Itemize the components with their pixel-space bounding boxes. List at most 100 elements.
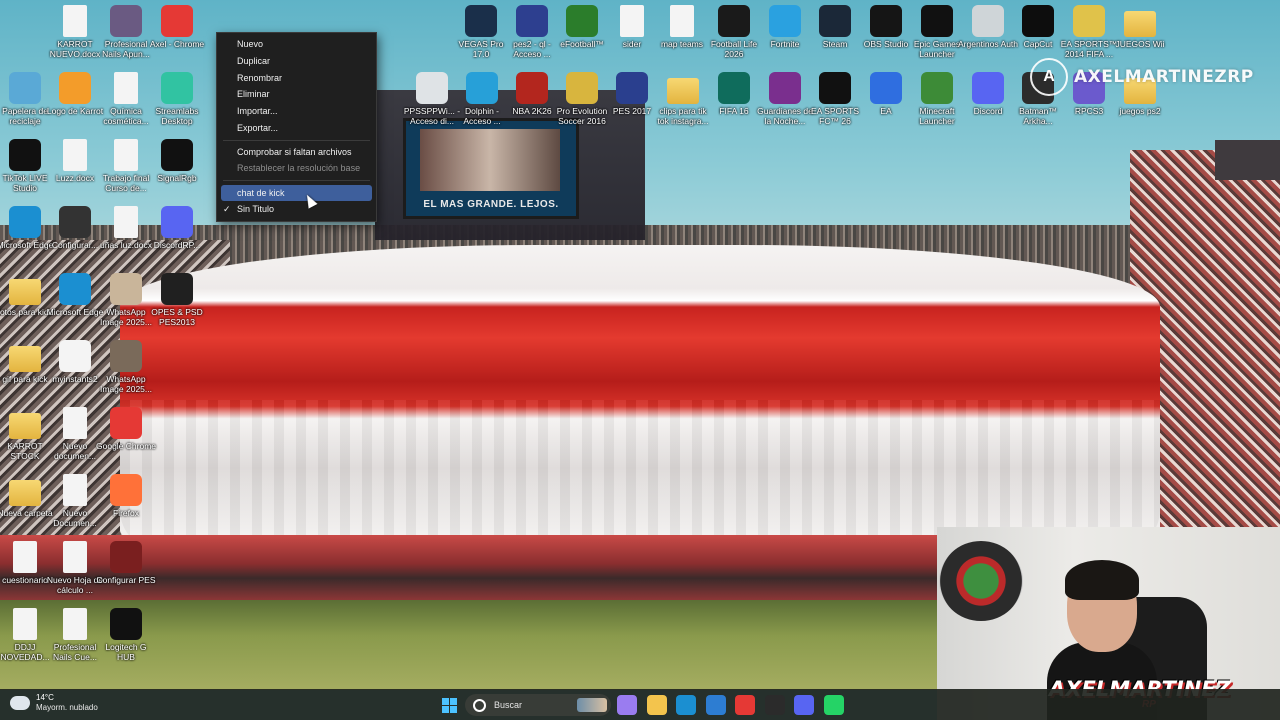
desktop-icon[interactable]: Configurar PES: [96, 541, 156, 585]
desktop-icon[interactable]: SignalRgb: [147, 139, 207, 183]
desktop-icon-label: Configurar PES: [96, 575, 156, 585]
menu-item-sin-titulo[interactable]: Sin Titulo: [217, 201, 376, 217]
recycle-bin-icon: [9, 72, 41, 104]
pes-icon: [110, 541, 142, 573]
taskbar-search[interactable]: Buscar: [465, 694, 611, 716]
game-icon: [769, 72, 801, 104]
folder-icon: [9, 346, 41, 372]
folder-icon: [9, 413, 41, 439]
menu-item-renombrar[interactable]: Renombrar: [217, 70, 376, 86]
wallpaper-stadium-screen: EL MAS GRANDE. LEJOS.: [403, 118, 579, 219]
desktop-icon-label: Logitech G HUB: [105, 642, 147, 662]
fifa-icon: [718, 72, 750, 104]
word-document-icon: [114, 206, 138, 238]
capcut-icon: [1022, 5, 1054, 37]
menu-separator: [223, 140, 370, 141]
minecraft-icon: [921, 72, 953, 104]
discord-icon[interactable]: [794, 695, 814, 715]
chrome-icon[interactable]: [735, 695, 755, 715]
streamlabs-icon: [161, 72, 193, 104]
desktop-icon-label: juegos ps2: [1119, 106, 1161, 116]
wallpaper-tower: [1215, 140, 1280, 180]
search-highlight-image: [577, 698, 607, 712]
steam-icon: [819, 5, 851, 37]
desktop-icon[interactable]: Logitech G HUB: [96, 608, 156, 662]
desktop-icon-label: Firefox: [113, 508, 139, 518]
nails-image-icon: [110, 5, 142, 37]
argentinos-icon: [972, 5, 1004, 37]
desktop-icon-label: DiscordRP...: [153, 240, 201, 250]
document-icon: [620, 5, 644, 37]
desktop-icon[interactable]: WhatsApp Image 2025...: [96, 340, 156, 394]
chrome-icon: [110, 407, 142, 439]
desktop-icon[interactable]: Streamlabs Desktop: [147, 72, 207, 126]
desktop-icon[interactable]: Axel - Chrome: [147, 5, 207, 49]
streamer-hair: [1065, 560, 1139, 600]
image-icon: [110, 273, 142, 305]
whatsapp-icon[interactable]: [823, 695, 844, 715]
logitech-icon: [110, 608, 142, 640]
edge-icon[interactable]: [676, 695, 696, 715]
obs-icon: [870, 5, 902, 37]
channel-watermark: A AXELMARTINEZRP: [1030, 58, 1254, 96]
pes-icon: [616, 72, 648, 104]
pes-icon: [516, 5, 548, 37]
folder-icon: [9, 480, 41, 506]
dolphin-icon: [466, 72, 498, 104]
pes-icon: [59, 206, 91, 238]
edge-icon: [9, 206, 41, 238]
football-life-icon: [718, 5, 750, 37]
context-menu: Nuevo Duplicar Renombrar Eliminar Import…: [216, 32, 377, 222]
file-explorer-icon[interactable]: [646, 695, 667, 715]
menu-item-nuevo[interactable]: Nuevo: [217, 36, 376, 52]
efootball-icon: [566, 5, 598, 37]
wall-poster: [939, 541, 1023, 621]
menu-item-importar[interactable]: Importar...: [217, 103, 376, 119]
copilot-icon[interactable]: [617, 695, 637, 715]
weather-widget[interactable]: 14°C Mayorm. nublado: [10, 693, 98, 713]
desktop-icon[interactable]: OPES & PSD PES2013: [147, 273, 207, 327]
menu-item-duplicar[interactable]: Duplicar: [217, 53, 376, 69]
word-document-icon: [63, 474, 87, 506]
chrome-icon: [161, 5, 193, 37]
menu-item-eliminar[interactable]: Eliminar: [217, 86, 376, 102]
menu-item-exportar[interactable]: Exportar...: [217, 120, 376, 136]
weather-temp: 14°C: [36, 693, 54, 702]
word-document-icon: [63, 407, 87, 439]
obs-icon[interactable]: [764, 695, 785, 715]
discord-icon: [972, 72, 1004, 104]
menu-item-chat-de-kick[interactable]: chat de kick: [221, 185, 372, 201]
microsoft-store-icon[interactable]: [705, 695, 726, 715]
wallpaper-screen-image: [420, 129, 560, 191]
pes-icon: [161, 273, 193, 305]
image-icon: [110, 340, 142, 372]
nba2k-icon: [516, 72, 548, 104]
epic-games-icon: [921, 5, 953, 37]
word-document-icon: [63, 139, 87, 171]
desktop-icon[interactable]: Google Chrome: [96, 407, 156, 451]
tiktok-icon: [9, 139, 41, 171]
desktop-icon[interactable]: map teams: [652, 5, 712, 49]
edge-icon: [59, 273, 91, 305]
spreadsheet-icon: [63, 541, 87, 573]
word-document-icon: [13, 608, 37, 640]
firefox-icon: [110, 474, 142, 506]
menu-separator: [223, 180, 370, 181]
desktop-icon[interactable]: Firefox: [96, 474, 156, 518]
desktop-icon[interactable]: DiscordRP...: [147, 206, 207, 250]
desktop-icon-label: SignalRgb: [157, 173, 197, 183]
chrome-document-icon: [63, 608, 87, 640]
cloud-icon: [10, 696, 30, 710]
desktop-icon[interactable]: JUEGOS Wii: [1110, 5, 1170, 49]
pes-icon: [566, 72, 598, 104]
ea-icon: [870, 72, 902, 104]
pdf-document-icon: [114, 72, 138, 104]
menu-item-comprobar-archivos[interactable]: Comprobar si faltan archivos: [217, 144, 376, 160]
fifa-icon: [1073, 5, 1105, 37]
wallpaper-screen-caption: EL MAS GRANDE. LEJOS.: [423, 199, 559, 210]
desktop-icon-label: Streamlabs Desktop: [155, 106, 199, 126]
ppsspp-icon: [416, 72, 448, 104]
windows-start-icon[interactable]: [439, 695, 459, 715]
weather-desc: Mayorm. nublado: [36, 703, 98, 712]
chrome-document-icon: [114, 139, 138, 171]
